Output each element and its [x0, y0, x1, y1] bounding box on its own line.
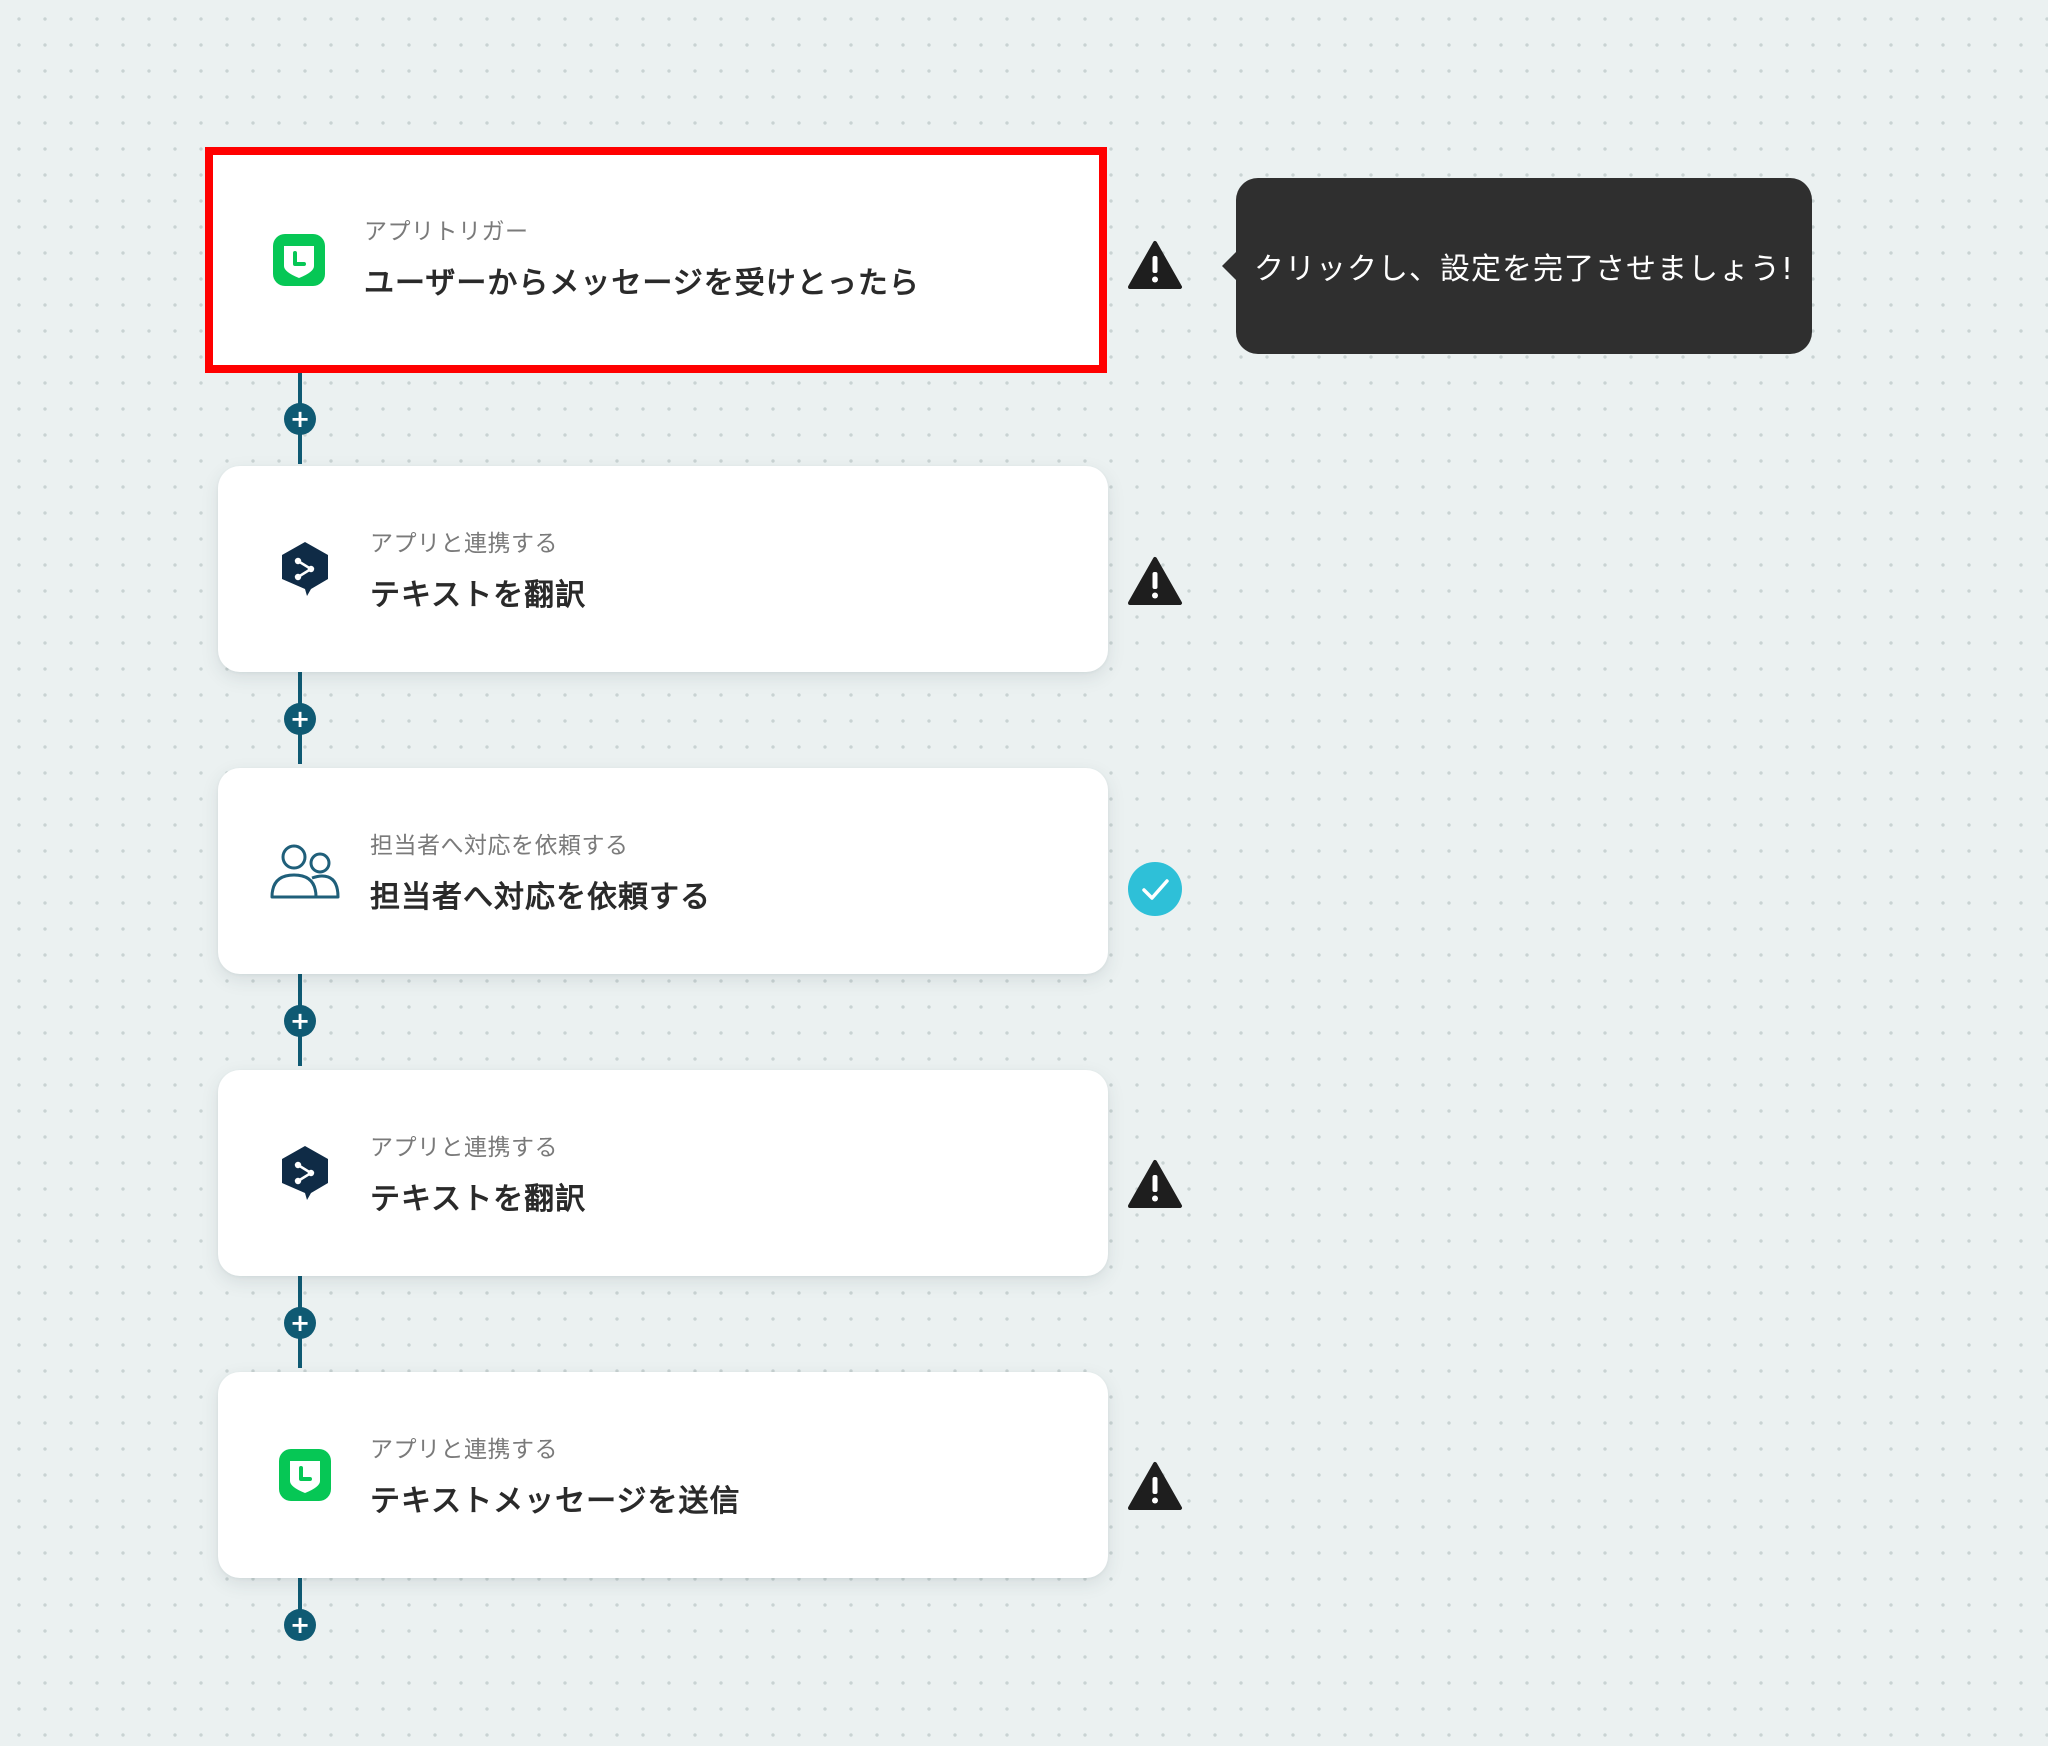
step-card-translate[interactable]: アプリと連携する テキストを翻訳: [218, 466, 1108, 672]
step-card-translate-2[interactable]: アプリと連携する テキストを翻訳: [218, 1070, 1108, 1276]
check-icon: [1126, 860, 1184, 918]
step-title: 担当者へ対応を依頼する: [370, 880, 711, 915]
line-icon: [268, 1438, 342, 1512]
step-card-trigger[interactable]: アプリトリガー ユーザーからメッセージを受けとったら: [205, 147, 1107, 373]
step-card-send-message[interactable]: アプリと連携する テキストメッセージを送信: [218, 1372, 1108, 1578]
step-category: アプリトリガー: [364, 219, 529, 245]
people-icon: [268, 834, 342, 908]
add-step-button[interactable]: +: [284, 1609, 316, 1641]
step-title: テキストを翻訳: [370, 1182, 587, 1217]
step-title: テキストメッセージを送信: [370, 1484, 741, 1519]
add-step-button[interactable]: +: [284, 1005, 316, 1037]
warning-icon: [1126, 1155, 1184, 1213]
line-icon: [262, 223, 336, 297]
setup-tooltip: クリックし、設定を完了させましょう!: [1222, 178, 1812, 354]
deepl-icon: [268, 532, 342, 606]
tooltip-text: クリックし、設定を完了させましょう!: [1253, 252, 1795, 287]
workflow-canvas: + + + + + アプリトリガー ユーザーからメッセージを受けとったら クリッ…: [0, 0, 2048, 1746]
add-step-button[interactable]: +: [284, 403, 316, 435]
step-title: テキストを翻訳: [370, 578, 587, 613]
step-category: アプリと連携する: [370, 1437, 558, 1463]
warning-icon: [1126, 1457, 1184, 1515]
step-category: アプリと連携する: [370, 1135, 558, 1161]
step-category: 担当者へ対応を依頼する: [370, 833, 629, 859]
add-step-button[interactable]: +: [284, 1307, 316, 1339]
step-card-assign[interactable]: 担当者へ対応を依頼する 担当者へ対応を依頼する: [218, 768, 1108, 974]
step-category: アプリと連携する: [370, 531, 558, 557]
deepl-icon: [268, 1136, 342, 1210]
add-step-button[interactable]: +: [284, 703, 316, 735]
warning-icon: [1126, 552, 1184, 610]
step-title: ユーザーからメッセージを受けとったら: [364, 266, 920, 301]
warning-icon: [1126, 236, 1184, 294]
